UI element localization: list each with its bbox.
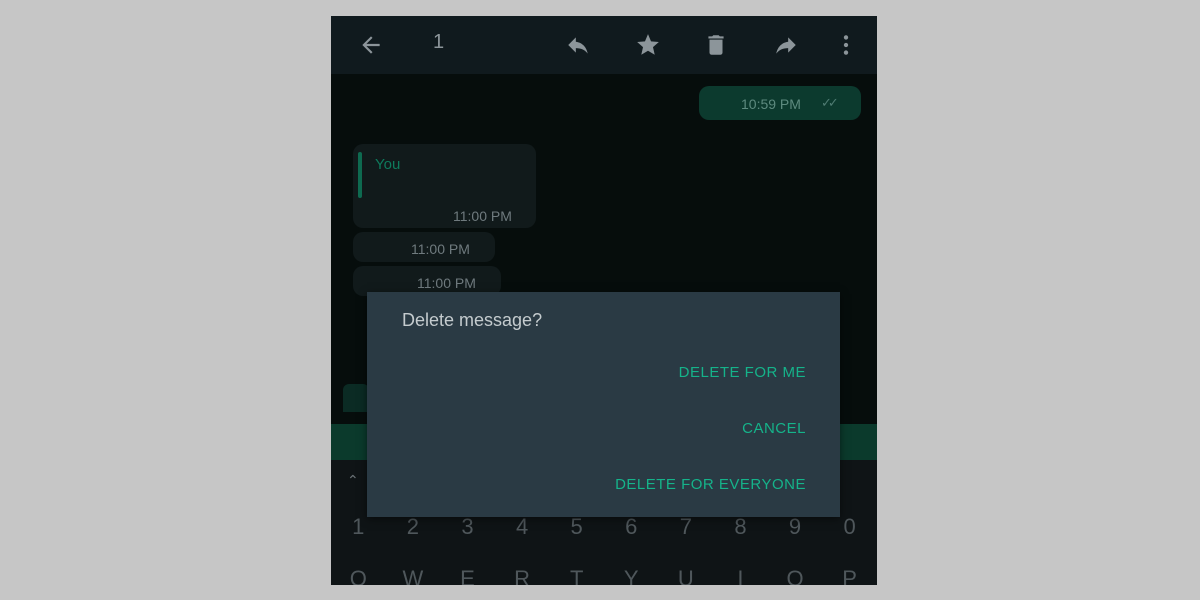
key[interactable]: 7 (659, 514, 714, 540)
key[interactable]: 4 (495, 514, 550, 540)
delete-for-me-button[interactable]: DELETE FOR ME (679, 364, 806, 381)
key[interactable]: 5 (549, 514, 604, 540)
key[interactable]: 9 (768, 514, 823, 540)
key[interactable]: P (822, 566, 877, 585)
delete-icon[interactable] (701, 30, 731, 60)
keyboard: 1 2 3 4 5 6 7 8 9 0 Q W E R T Y U I O P (331, 506, 877, 585)
key[interactable]: Q (331, 566, 386, 585)
keyboard-number-row: 1 2 3 4 5 6 7 8 9 0 (331, 514, 877, 540)
message-time: 10:59 PM (741, 96, 801, 112)
key[interactable]: 6 (604, 514, 659, 540)
message-time: 11:00 PM (453, 208, 512, 224)
key[interactable]: T (549, 566, 604, 585)
chevron-updown-icon[interactable]: ⌃ (347, 473, 359, 489)
incoming-message-bubble[interactable]: 11:00 PM (353, 232, 495, 262)
dialog-title: Delete message? (402, 310, 543, 330)
selected-count: 1 (433, 31, 445, 53)
key[interactable]: O (768, 566, 823, 585)
forward-icon[interactable] (771, 30, 801, 60)
incoming-message-bubble[interactable]: You 11:00 PM (353, 144, 536, 228)
message-time: 11:00 PM (417, 275, 476, 291)
key[interactable]: E (440, 566, 495, 585)
selection-app-bar: 1 (331, 16, 877, 74)
back-arrow-icon[interactable] (356, 30, 386, 60)
delete-message-dialog: Delete message? DELETE FOR ME CANCEL DEL… (367, 292, 840, 517)
reply-icon[interactable] (563, 30, 593, 60)
star-icon[interactable] (633, 30, 663, 60)
key[interactable]: R (495, 566, 550, 585)
scroll-indicator (343, 384, 369, 412)
reply-quote-bar (358, 152, 362, 198)
key[interactable]: 0 (822, 514, 877, 540)
quote-sender-name: You (375, 156, 401, 173)
key[interactable]: 8 (713, 514, 768, 540)
more-vert-icon[interactable] (831, 30, 861, 60)
key[interactable]: 2 (386, 514, 441, 540)
key[interactable]: I (713, 566, 768, 585)
key[interactable]: U (659, 566, 714, 585)
keyboard-letter-row: Q W E R T Y U I O P (331, 566, 877, 585)
cancel-button[interactable]: CANCEL (742, 420, 806, 437)
message-time: 11:00 PM (411, 241, 470, 257)
key[interactable]: 1 (331, 514, 386, 540)
delete-for-everyone-button[interactable]: DELETE FOR EVERYONE (615, 476, 806, 493)
key[interactable]: 3 (440, 514, 495, 540)
key[interactable]: W (386, 566, 441, 585)
outgoing-message-bubble[interactable]: 10:59 PM ✓✓ (699, 86, 861, 120)
key[interactable]: Y (604, 566, 659, 585)
read-checks-icon: ✓✓ (821, 95, 839, 110)
